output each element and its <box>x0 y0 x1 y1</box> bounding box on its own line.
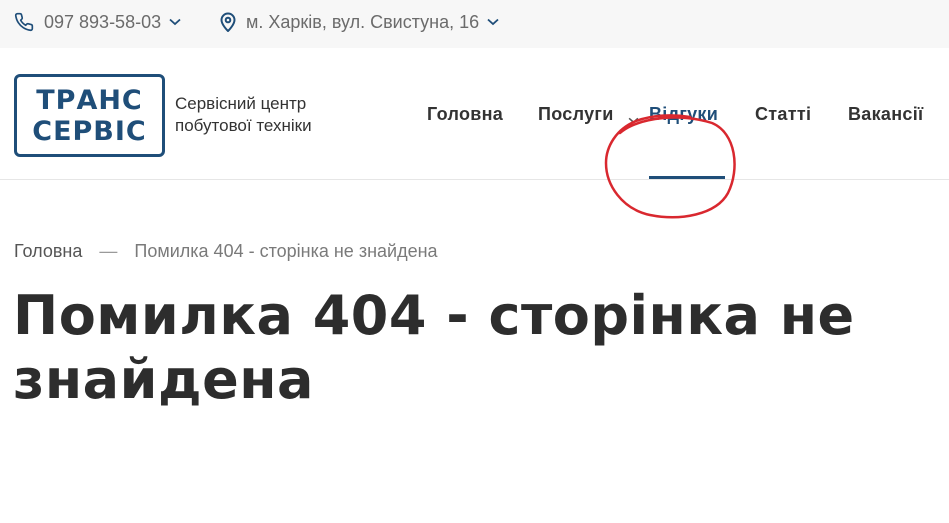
breadcrumb: Головна — Помилка 404 - сторінка не знай… <box>14 241 438 262</box>
phone-icon <box>14 12 34 32</box>
site-header: ТРАНС СЕРВІС Сервісний центр побутової т… <box>0 48 949 219</box>
nav-item-articles[interactable]: Статті <box>755 104 811 125</box>
logo-line-1: ТРАНС <box>36 84 143 116</box>
phone-dropdown[interactable]: 097 893-58-03 <box>14 0 181 44</box>
tagline-line-2: побутової техніки <box>175 116 312 135</box>
location-pin-icon <box>220 12 236 32</box>
top-bar: 097 893-58-03 м. Харків, вул. Свистуна, … <box>0 0 949 48</box>
address-dropdown[interactable]: м. Харків, вул. Свистуна, 16 <box>220 0 499 44</box>
red-circle-annotation <box>604 114 736 219</box>
chevron-down-icon <box>169 18 181 26</box>
logo-line-2: СЕРВІС <box>32 115 147 147</box>
site-tagline: Сервісний центр побутової техніки <box>175 93 312 137</box>
nav-item-reviews[interactable]: Відгуки <box>649 104 718 125</box>
tagline-line-1: Сервісний центр <box>175 94 307 113</box>
chevron-down-icon[interactable] <box>628 111 639 129</box>
breadcrumb-separator: — <box>99 241 118 261</box>
nav-item-home[interactable]: Головна <box>427 104 503 125</box>
page-title: Помилка 404 - сторінка не знайдена <box>13 284 855 411</box>
address-text: м. Харків, вул. Свистуна, 16 <box>246 11 480 32</box>
nav-item-jobs[interactable]: Вакансії <box>848 104 923 125</box>
chevron-down-icon <box>487 18 499 26</box>
breadcrumb-current: Помилка 404 - сторінка не знайдена <box>134 241 438 261</box>
phone-number: 097 893-58-03 <box>44 11 162 32</box>
nav-item-services[interactable]: Послуги <box>538 104 614 125</box>
site-logo[interactable]: ТРАНС СЕРВІС <box>14 74 165 157</box>
breadcrumb-home-link[interactable]: Головна <box>14 241 82 262</box>
active-nav-underline <box>649 176 725 179</box>
